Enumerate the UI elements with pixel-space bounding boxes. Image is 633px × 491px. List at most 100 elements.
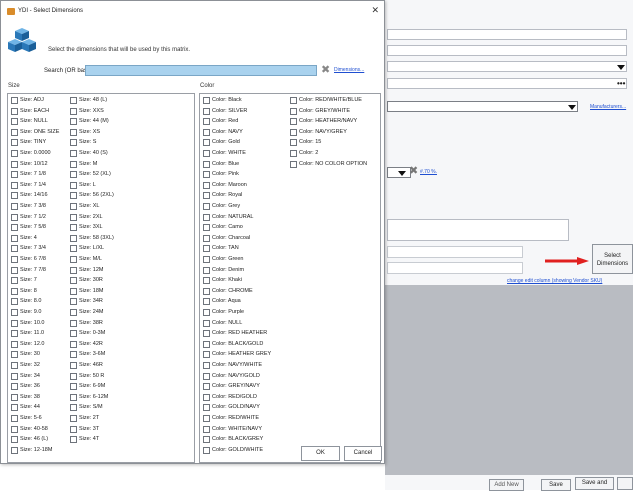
checkbox[interactable] [70, 309, 77, 316]
dropdown-field-1[interactable] [387, 61, 627, 72]
checkbox-row[interactable]: Size: 36 [11, 382, 40, 392]
checkbox-row[interactable]: Size: 46R [70, 361, 103, 371]
checkbox-row[interactable]: Size: 2T [70, 414, 99, 424]
checkbox-row[interactable]: Size: 6-12M [70, 393, 108, 403]
checkbox-row[interactable]: Color: NAVY/GREY [290, 128, 347, 138]
checkbox[interactable] [70, 362, 77, 369]
checkbox-row[interactable]: Size: 6-9M [70, 382, 105, 392]
checkbox-row[interactable]: Size: 3-6M [70, 350, 105, 360]
checkbox-row[interactable]: Size: 34 [11, 372, 40, 382]
checkbox-row[interactable]: Color: NULL [203, 319, 242, 329]
checkbox-row[interactable]: Size: M [70, 160, 97, 170]
checkbox-row[interactable]: Size: 34R [70, 297, 103, 307]
checkbox[interactable] [203, 319, 210, 327]
checkbox-row[interactable]: Color: Aqua [203, 297, 241, 307]
checkbox[interactable] [70, 160, 77, 168]
checkbox-row[interactable]: Size: 7 [11, 276, 37, 286]
checkbox-row[interactable]: Color: Camo [203, 223, 243, 233]
checkbox[interactable] [70, 287, 77, 295]
checkbox-row[interactable]: Size: 42R [70, 340, 103, 350]
checkbox-row[interactable]: Color: Khaki [203, 276, 242, 286]
checkbox-row[interactable]: Color: Black [203, 96, 242, 106]
checkbox-row[interactable]: Color: WHITE/NAVY [203, 425, 262, 435]
checkbox[interactable] [203, 256, 210, 263]
checkbox[interactable] [70, 97, 77, 104]
checkbox[interactable] [203, 277, 210, 285]
checkbox[interactable] [70, 383, 77, 391]
checkbox[interactable] [203, 351, 210, 359]
checkbox[interactable] [70, 266, 77, 274]
checkbox[interactable] [11, 404, 18, 412]
checkbox[interactable] [11, 234, 18, 242]
checkbox-row[interactable]: Size: 46 (L) [11, 435, 48, 445]
checkbox[interactable] [70, 224, 77, 232]
checkbox[interactable] [203, 393, 210, 401]
checkbox-row[interactable]: Color: Blue [203, 160, 239, 170]
checkbox-row[interactable]: Color: Royal [203, 191, 242, 201]
checkbox[interactable] [70, 393, 77, 401]
checkbox-row[interactable]: Size: 44 (M) [70, 117, 109, 127]
checkbox[interactable] [70, 192, 77, 200]
checkbox[interactable] [11, 97, 18, 104]
checkbox-row[interactable]: Size: L [70, 181, 96, 191]
checkbox-row[interactable]: Color: NAVY/GOLD [203, 372, 260, 382]
ok-button[interactable]: OK [301, 446, 340, 461]
checkbox[interactable] [11, 171, 18, 179]
checkbox[interactable] [203, 425, 210, 433]
manufacturers-link[interactable]: Manufacturers... [590, 104, 626, 110]
checkbox-row[interactable]: Size: 7 1/2 [11, 213, 46, 223]
text-field-2[interactable] [387, 45, 627, 56]
checkbox-row[interactable]: Size: 38R [70, 319, 103, 329]
checkbox[interactable] [70, 139, 77, 147]
checkbox-row[interactable]: Color: Red [203, 117, 238, 127]
checkbox[interactable] [203, 234, 210, 242]
checkbox[interactable] [70, 277, 77, 285]
checkbox-row[interactable]: Color: NO COLOR OPTION [290, 160, 367, 170]
checkbox[interactable] [11, 139, 18, 147]
checkbox-row[interactable]: Color: RED/WHITE [203, 414, 259, 424]
checkbox[interactable] [203, 362, 210, 369]
cancel-button[interactable]: Cancel [344, 446, 382, 461]
checkbox[interactable] [11, 160, 18, 168]
checkbox-row[interactable]: Color: BLACK/GREY [203, 435, 263, 445]
checkbox[interactable] [203, 245, 210, 253]
checkbox-row[interactable]: Color: Green [203, 255, 244, 265]
text-field-4[interactable] [387, 262, 523, 274]
checkbox[interactable] [290, 118, 297, 126]
checkbox-row[interactable]: Color: CHROME [203, 287, 253, 297]
checkbox-row[interactable]: Size: L/XL [70, 244, 104, 254]
checkbox[interactable] [203, 372, 210, 380]
checkbox[interactable] [11, 266, 18, 274]
checkbox-row[interactable]: Size: XS [70, 128, 100, 138]
checkbox-row[interactable]: Color: Maroon [203, 181, 247, 191]
checkbox[interactable] [11, 425, 18, 433]
checkbox[interactable] [203, 160, 210, 168]
checkbox[interactable] [203, 203, 210, 210]
checkbox-row[interactable]: Size: 5-6 [11, 414, 42, 424]
checkbox-row[interactable]: Size: 32 [11, 361, 40, 371]
extra-button[interactable] [617, 477, 633, 490]
checkbox-row[interactable]: Size: 24M [70, 308, 103, 318]
checkbox[interactable] [203, 340, 210, 348]
password-field[interactable] [387, 78, 627, 89]
checkbox[interactable] [203, 97, 210, 104]
checkbox[interactable] [203, 128, 210, 136]
checkbox-row[interactable]: Color: Purple [203, 308, 244, 318]
checkbox-row[interactable]: Color: RED/GOLD [203, 393, 257, 403]
clear-search-icon[interactable]: ✖ [321, 65, 330, 76]
checkbox-row[interactable]: Size: S/M [70, 403, 103, 413]
checkbox-row[interactable]: Size: XL [70, 202, 99, 212]
checkbox-row[interactable]: Size: 48 (L) [70, 96, 107, 106]
checkbox[interactable] [11, 383, 18, 391]
checkbox[interactable] [11, 372, 18, 380]
checkbox[interactable] [11, 150, 18, 157]
change-edit-column-link[interactable]: change edit column (showing Vendor SKU) [507, 278, 602, 284]
checkbox[interactable] [11, 393, 18, 401]
checkbox-row[interactable]: Color: GREY/WHITE [290, 107, 350, 117]
checkbox[interactable] [203, 107, 210, 115]
checkbox-row[interactable]: Size: 3T [70, 425, 99, 435]
checkbox[interactable] [70, 107, 77, 115]
checkbox[interactable] [70, 150, 77, 157]
checkbox[interactable] [70, 436, 77, 444]
save-button[interactable]: Save [541, 479, 571, 491]
